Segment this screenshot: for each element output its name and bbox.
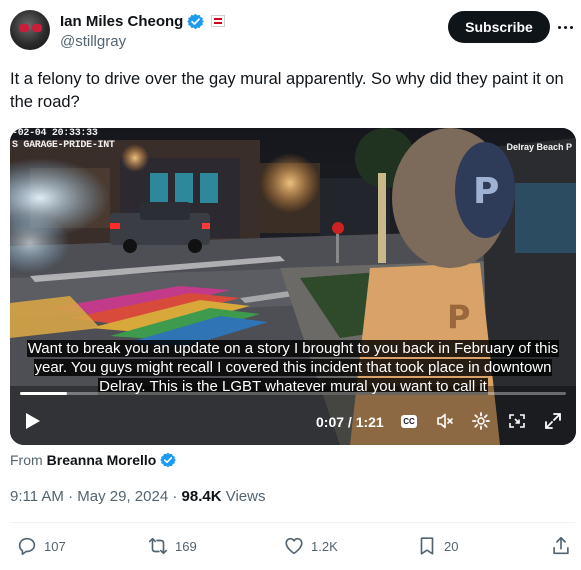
bookmark-count: 20 [444, 538, 459, 554]
reply-icon [18, 537, 36, 556]
play-icon[interactable] [26, 413, 40, 429]
author-name-row: Ian Miles Cheong [60, 11, 226, 31]
views-label: Views [225, 488, 266, 505]
video-overlay-timestamp: -02-04 20:33:33 S GARAGE-PRIDE-INT [12, 128, 115, 152]
video-time: 0:07 / 1:21 [316, 414, 384, 430]
mute-icon[interactable] [435, 411, 455, 431]
tweet-date[interactable]: May 29, 2024 [77, 488, 168, 505]
video-player[interactable]: P P -02-04 20:33:33 S GARAGE-PRIDE-INT D… [10, 128, 576, 445]
video-caption-text: Want to break you an update on a story I… [26, 340, 560, 395]
reply-count: 107 [44, 538, 66, 554]
bookmark-button[interactable]: 20 [416, 535, 458, 557]
reply-button[interactable]: 107 [16, 535, 66, 557]
views-count: 98.4K [181, 488, 222, 505]
source-name[interactable]: Breanna Morello [47, 452, 157, 468]
settings-gear-icon[interactable] [471, 411, 491, 431]
share-button[interactable] [550, 535, 572, 557]
video-progress-fill [20, 392, 67, 395]
source-verified-badge-icon [160, 452, 177, 468]
more-options-icon[interactable] [558, 18, 576, 36]
subscribe-button[interactable]: Subscribe [448, 11, 550, 43]
tweet-actions: 107 169 1.2K 20 [0, 531, 581, 563]
tweet-time[interactable]: 9:11 AM [10, 488, 64, 505]
source-prefix: From [10, 452, 43, 468]
avatar-glasses [19, 24, 43, 32]
author-display-name[interactable]: Ian Miles Cheong [60, 13, 183, 30]
tweet-header: Ian Miles Cheong @stillgray Subscribe [10, 10, 575, 54]
share-icon [553, 536, 569, 555]
tweet-meta: 9:11 AM · May 29, 2024 · 98.4K Views [10, 488, 265, 505]
repost-count: 169 [175, 538, 197, 554]
svg-text:P: P [473, 171, 499, 212]
verified-badge-icon [187, 13, 205, 29]
meta-separator: · [172, 488, 178, 505]
video-controls: 0:07 / 1:21 CC [10, 408, 576, 436]
bookmark-icon [420, 537, 434, 555]
closed-captions-icon[interactable]: CC [401, 415, 417, 428]
divider [10, 522, 575, 523]
author-handle[interactable]: @stillgray [60, 33, 225, 50]
picture-in-picture-icon[interactable] [507, 411, 527, 431]
svg-text:P: P [447, 298, 470, 336]
video-caption: Want to break you an update on a story I… [10, 339, 576, 396]
fullscreen-icon[interactable] [543, 411, 563, 431]
video-progress-bar[interactable] [20, 392, 566, 395]
author-block: Ian Miles Cheong @stillgray [60, 11, 226, 50]
repost-icon [148, 537, 168, 555]
heart-icon [285, 537, 303, 555]
video-frame: P P [10, 128, 576, 445]
like-count: 1.2K [311, 538, 338, 554]
tweet-text: It a felony to drive over the gay mural … [10, 70, 564, 111]
affiliation-flag-icon[interactable] [211, 15, 226, 27]
meta-separator: · [68, 488, 74, 505]
video-source-line: From Breanna Morello [10, 452, 177, 468]
video-overlay-location: Delray Beach P [506, 142, 572, 152]
like-button[interactable]: 1.2K [283, 535, 338, 557]
avatar[interactable] [10, 10, 50, 50]
repost-button[interactable]: 169 [147, 535, 197, 557]
overlay-timestamp-text: -02-04 20:33:33 [12, 128, 98, 139]
overlay-camera-text: S GARAGE-PRIDE-INT [12, 140, 115, 151]
